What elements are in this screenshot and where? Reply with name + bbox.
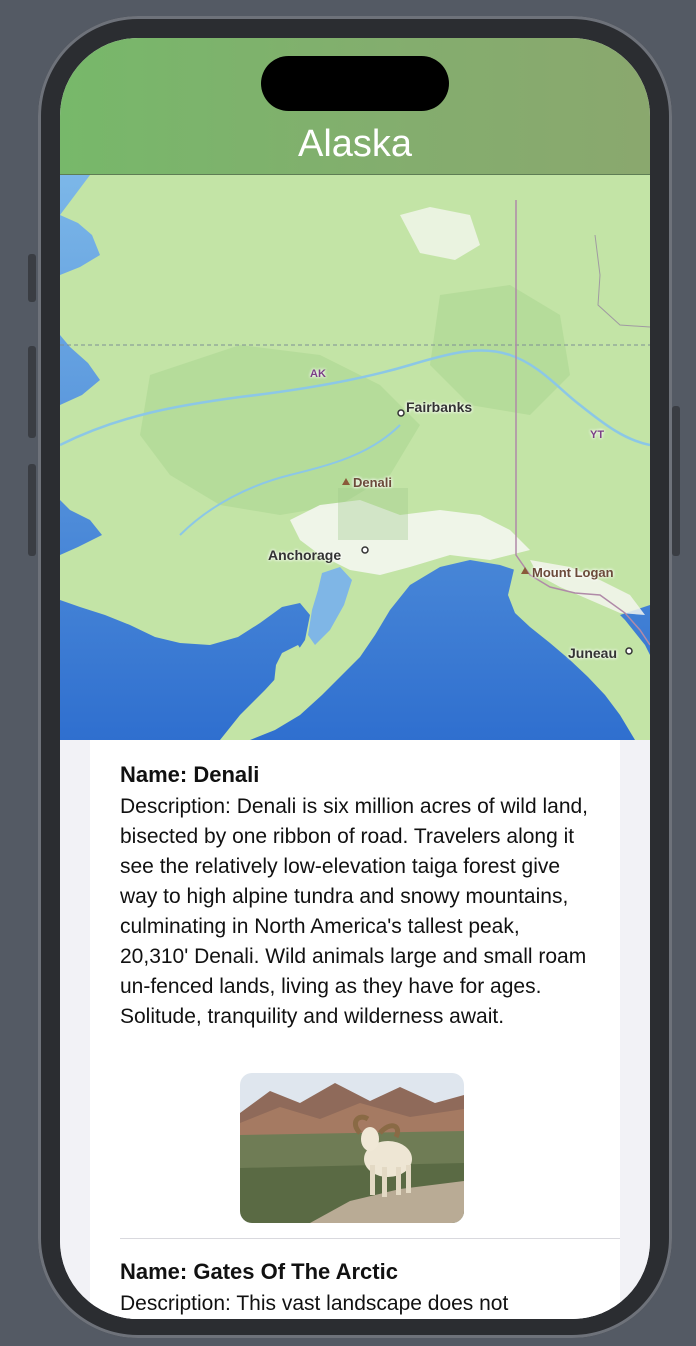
dall-sheep-image xyxy=(240,1073,464,1223)
park-name: Name: Gates Of The Arctic xyxy=(120,1259,398,1284)
parks-list-section: Name: Denali Description: Denali is six … xyxy=(90,740,620,1319)
map-label-juneau[interactable]: Juneau xyxy=(568,645,617,661)
park-description: Description: Denali is six million acres… xyxy=(120,795,589,1028)
list-item[interactable]: Name: Denali Description: Denali is six … xyxy=(120,760,590,1032)
action-button xyxy=(28,254,36,302)
juneau-marker xyxy=(625,647,633,655)
park-description: Description: This vast landscape does no… xyxy=(120,1292,509,1315)
page-title: Alaska xyxy=(297,123,413,165)
list-item[interactable]: Name: Gates Of The Arctic Description: T… xyxy=(120,1257,590,1319)
map-view[interactable]: AK YT Fairbanks Denali Anchorage Mount L… xyxy=(60,175,650,740)
list-divider xyxy=(120,1238,620,1239)
park-name: Name: Denali xyxy=(120,762,260,787)
parks-list[interactable]: Name: Denali Description: Denali is six … xyxy=(60,740,650,1319)
volume-down-button xyxy=(28,464,36,556)
denali-park-area xyxy=(338,488,408,540)
fairbanks-marker xyxy=(397,409,405,417)
volume-up-button xyxy=(28,346,36,438)
dynamic-island xyxy=(261,56,449,111)
map-label-ak: AK xyxy=(310,368,326,380)
map-label-yt: YT xyxy=(590,429,605,441)
map-label-anchorage[interactable]: Anchorage xyxy=(268,547,341,563)
map-canvas xyxy=(60,175,650,740)
map-label-mount-logan[interactable]: Mount Logan xyxy=(532,565,614,580)
map-label-denali[interactable]: Denali xyxy=(353,475,392,490)
map-label-fairbanks[interactable]: Fairbanks xyxy=(406,399,472,415)
park-photo xyxy=(240,1073,464,1223)
app-screen: Alaska AK YT Fairbanks Denali Anchorage … xyxy=(60,38,650,1319)
anchorage-marker xyxy=(361,546,369,554)
power-button xyxy=(672,406,680,556)
